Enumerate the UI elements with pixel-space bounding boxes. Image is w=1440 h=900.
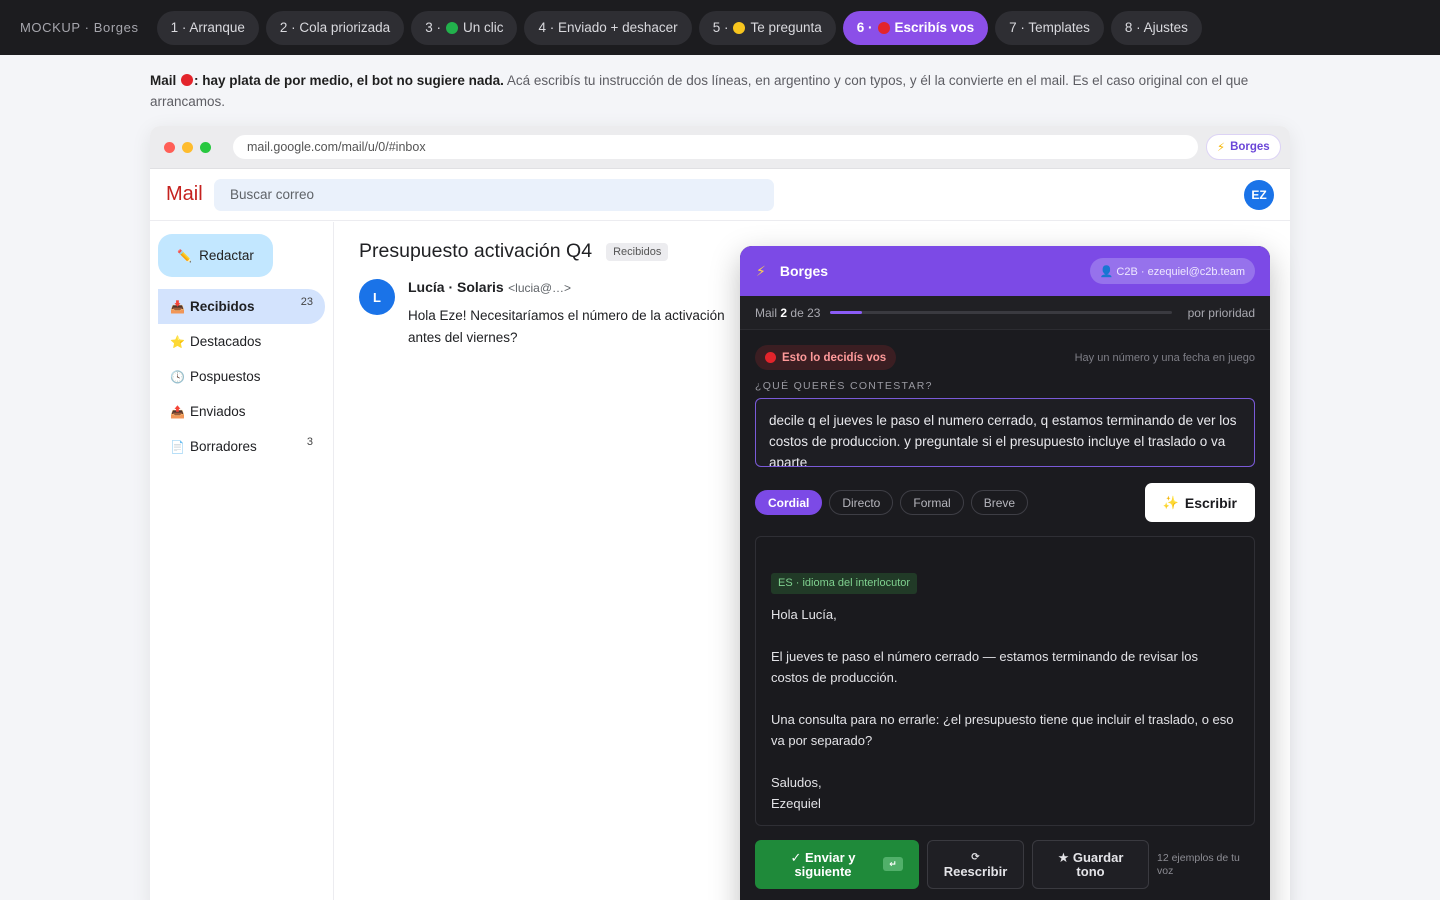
progress-bar-fill	[830, 311, 862, 314]
decision-row: Esto lo decidís vos Hay un número y una …	[740, 330, 1270, 370]
write-button[interactable]: ✨ Escribir	[1144, 483, 1255, 522]
nav-pill-enviado[interactable]: 4 · Enviado + deshacer	[524, 10, 692, 45]
draft-icon: 📄	[170, 439, 185, 454]
sender-email: <lucia@…>	[508, 281, 572, 295]
star-icon: ⭐	[170, 334, 185, 349]
mail-subject-row: Presupuesto activación Q4 Recibidos	[359, 240, 759, 263]
nav-pill-un-clic[interactable]: 3 · Un clic	[411, 10, 518, 45]
draft-preview[interactable]: ES · idioma del interlocutor Hola Lucía,…	[755, 536, 1255, 826]
draft-paragraph-2: Una consulta para no errarle: ¿el presup…	[771, 711, 1234, 749]
voice-examples-count: 12 ejemplos de tu voz	[1157, 851, 1240, 877]
yellow-dot-icon	[733, 21, 746, 34]
tone-cordial[interactable]: Cordial	[755, 490, 823, 515]
inbox-icon: 📥	[170, 299, 185, 314]
sender-block: Lucía · Solaris <lucia@…> Hola Eze! Nece…	[408, 279, 748, 349]
green-dot-icon	[445, 21, 458, 34]
sidebar-item-pospuestos[interactable]: 🕓 Pospuestos	[158, 359, 325, 394]
panel-title: Borges	[779, 263, 829, 279]
mail-view: Presupuesto activación Q4 Recibidos L Lu…	[359, 240, 759, 349]
unread-count: 23	[300, 296, 313, 308]
nav-pill-cola[interactable]: 2 · Cola priorizada	[265, 10, 405, 45]
draft-paragraph-1: El jueves te paso el número cerrado — es…	[771, 648, 1199, 686]
tone-directo[interactable]: Directo	[829, 490, 894, 515]
rewrite-button[interactable]: ⟳ Reescribir	[927, 840, 1024, 889]
sender-name: Lucía · Solaris	[408, 279, 504, 295]
draft-closing: Saludos,	[771, 774, 822, 790]
scenario-lead: Mail : hay plata de por medio, el bot no…	[150, 73, 504, 88]
sidebar-item-borradores[interactable]: 📄 Borradores 3	[158, 429, 325, 464]
mail-header: Mail Buscar correo EZ	[150, 169, 1290, 221]
borges-extension-button[interactable]: ⚡ Borges	[1206, 134, 1281, 160]
account-avatar[interactable]: EZ	[1244, 180, 1274, 210]
sidebar-item-enviados[interactable]: 📤 Enviados	[158, 394, 325, 429]
sender-avatar: L	[359, 279, 395, 315]
progress-bar	[830, 311, 1173, 314]
mail-body: Hola Eze! Necesitaríamos el número de la…	[408, 308, 725, 345]
draft-count: 3	[306, 436, 313, 448]
tone-breve[interactable]: Breve	[970, 490, 1029, 515]
draft-greeting: Hola Lucía,	[771, 607, 837, 622]
clock-icon: 🕓	[170, 369, 185, 384]
account-chip[interactable]: 👤 C2B · ezequiel@c2b.team	[1089, 258, 1255, 284]
nav-pill-ajustes[interactable]: 8 · Ajustes	[1110, 10, 1202, 45]
address-bar[interactable]: mail.google.com/mail/u/0/#inbox	[233, 135, 1198, 159]
mockup-nav: MOCKUP · Borges 1 · Arranque 2 · Cola pr…	[0, 0, 1440, 55]
red-dot-icon	[877, 21, 890, 34]
mail-logo[interactable]: Mail	[166, 183, 214, 206]
red-dot-icon	[765, 352, 776, 363]
sidebar-item-recibidos[interactable]: 📥 Recibidos 23	[158, 289, 325, 324]
queue-progress: Mail 2 de 23 por prioridad	[740, 296, 1270, 330]
sidebar-item-destacados[interactable]: ⭐ Destacados	[158, 324, 325, 359]
instruction-input[interactable]: decile q el jueves le paso el numero cer…	[755, 398, 1255, 467]
sender-row: L Lucía · Solaris <lucia@…> Hola Eze! Ne…	[359, 279, 759, 349]
nav-pill-arranque[interactable]: 1 · Arranque	[156, 10, 259, 45]
current-mail-index: 2	[780, 305, 788, 320]
mail-sidebar: ✏️ Redactar 📥 Recibidos 23 ⭐ Destacados …	[150, 222, 334, 900]
nav-pill-te-pregunta[interactable]: 5 · Te pregunta	[698, 10, 836, 45]
bolt-icon: ⚡	[756, 262, 766, 279]
queue-order: por prioridad	[1187, 305, 1255, 320]
nav-pill-templates[interactable]: 7 · Templates	[995, 10, 1104, 45]
nav-pill-escribis-vos[interactable]: 6 · Escribís vos	[842, 10, 989, 45]
borges-panel: ⚡ Borges 👤 C2B · ezequiel@c2b.team Mail …	[740, 246, 1270, 900]
draft-signature: Ezequiel	[771, 796, 821, 811]
minimize-window-icon[interactable]	[182, 141, 193, 153]
language-badge: ES · idioma del interlocutor	[771, 573, 918, 594]
action-row: ✓ Enviar y siguiente ↵ ⟳ Reescribir ★ Gu…	[740, 826, 1270, 889]
close-window-icon[interactable]	[164, 141, 175, 153]
sender-line: Lucía · Solaris <lucia@…>	[408, 279, 748, 297]
scenario-description: Mail : hay plata de por medio, el bot no…	[150, 70, 1290, 112]
mail-subject: Presupuesto activación Q4	[359, 240, 593, 262]
bolt-icon: ⚡	[1217, 142, 1226, 154]
instruction-label: ¿QUÉ QUERÉS CONTESTAR?	[755, 380, 933, 392]
red-dot-icon	[181, 74, 194, 86]
mockup-brand: MOCKUP · Borges	[20, 20, 139, 35]
decide-badge: Esto lo decidís vos	[755, 345, 897, 370]
panel-header: ⚡ Borges 👤 C2B · ezequiel@c2b.team	[740, 246, 1270, 296]
maximize-window-icon[interactable]	[200, 141, 211, 153]
search-input[interactable]: Buscar correo	[214, 178, 774, 211]
refresh-icon: ⟳	[971, 851, 980, 863]
tone-formal[interactable]: Formal	[900, 490, 964, 515]
browser-chrome: mail.google.com/mail/u/0/#inbox ⚡ Borges	[150, 126, 1290, 169]
send-and-next-button[interactable]: ✓ Enviar y siguiente ↵	[755, 840, 919, 889]
mail-label-chip[interactable]: Recibidos	[606, 242, 669, 261]
compose-button[interactable]: ✏️ Redactar	[158, 234, 273, 277]
enter-key-icon: ↵	[883, 857, 903, 871]
save-tone-button[interactable]: ★ Guardar tono	[1032, 840, 1149, 889]
decision-hint: Hay un número y una fecha en juego	[1074, 351, 1255, 364]
sent-icon: 📤	[170, 404, 185, 419]
pencil-icon: ✏️	[177, 248, 193, 263]
tone-row: Cordial Directo Formal Breve ✨ Escribir	[740, 467, 1270, 522]
sparkles-icon: ✨	[1162, 494, 1179, 510]
